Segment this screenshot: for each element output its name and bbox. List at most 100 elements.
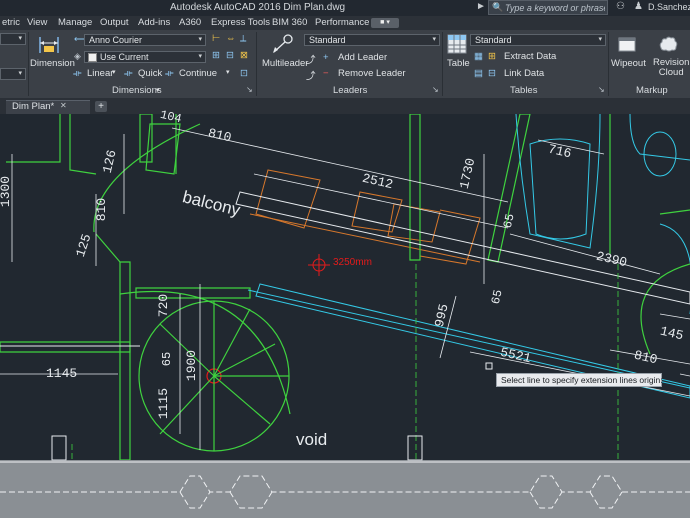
- layer-icon: ◈: [74, 51, 81, 61]
- table-button[interactable]: Table: [447, 58, 470, 69]
- drawing-svg: [0, 114, 690, 518]
- link-data-button[interactable]: Link Data: [504, 68, 544, 79]
- dimensions-dialog-launcher[interactable]: ↘: [246, 85, 253, 94]
- dim-label: 65: [160, 351, 175, 367]
- add-leader-icon: ⤴: [306, 55, 316, 66]
- add-leader-plus-icon: +: [323, 52, 329, 63]
- dim-label: 1300: [0, 175, 14, 208]
- dim-label: 1145: [46, 366, 78, 381]
- tab-bim-360[interactable]: BIM 360: [272, 17, 307, 28]
- search-icon: 🔍: [492, 2, 504, 12]
- link-data-icon: ⊟: [488, 68, 496, 79]
- align-leader-icon[interactable]: ⤴: [306, 68, 316, 82]
- dim-tool-icon-1[interactable]: ⊢: [212, 33, 220, 44]
- dim-style-combo[interactable]: Anno Courier ▾: [84, 34, 206, 46]
- file-tab-bar: Dim Plan* ✕ +: [0, 98, 690, 114]
- remove-leader-button[interactable]: Remove Leader: [338, 68, 406, 79]
- revision-cloud-icon[interactable]: [657, 34, 679, 54]
- left-cut-combo-1[interactable]: ▾: [0, 33, 26, 45]
- dimensions-panel-expand-arrow[interactable]: ▾: [156, 86, 160, 94]
- cyan-fixtures: [247, 114, 690, 389]
- tab-a360[interactable]: A360: [179, 17, 201, 28]
- panel-separator: [28, 32, 29, 96]
- panel-separator: [256, 32, 257, 96]
- window-title: Autodesk AutoCAD 2016 Dim Plan.dwg: [170, 2, 346, 13]
- layer-color-swatch: [88, 53, 97, 62]
- binoculars-icon[interactable]: ⚇: [616, 1, 625, 12]
- continue-dropdown-arrow[interactable]: ▾: [226, 68, 230, 76]
- tab-view[interactable]: View: [27, 17, 47, 28]
- file-tab-label: Dim Plan*: [12, 101, 55, 112]
- table-style-combo[interactable]: Standard ▾: [470, 34, 606, 46]
- cursor-crosshair: [308, 254, 330, 276]
- dim-layer-combo[interactable]: Use Current ▾: [84, 51, 206, 63]
- tab-parametric[interactable]: etric: [2, 17, 20, 28]
- room-label-void: void: [296, 430, 328, 449]
- dimension-button[interactable]: Dimension: [30, 58, 75, 69]
- dim-tool-icon-4[interactable]: ⊞: [212, 50, 220, 61]
- title-bar: Autodesk AutoCAD 2016 Dim Plan.dwg ► 🔍 ⚇…: [0, 0, 690, 16]
- continue-button[interactable]: Continue: [179, 68, 217, 79]
- dim-tool-icon-6[interactable]: ⊠: [240, 50, 248, 61]
- leaders-dialog-launcher[interactable]: ↘: [432, 85, 439, 94]
- table-tool-icon-2[interactable]: ▤: [474, 68, 483, 79]
- wipeout-icon[interactable]: [617, 34, 637, 54]
- dim-tool-icon-5[interactable]: ⊟: [226, 50, 234, 61]
- tab-express-tools[interactable]: Express Tools: [211, 17, 270, 28]
- extract-data-button[interactable]: Extract Data: [504, 51, 556, 62]
- section-strip: [0, 460, 690, 518]
- markup-panel-title[interactable]: Markup: [636, 85, 668, 96]
- linear-dropdown-arrow[interactable]: ▾: [112, 68, 116, 76]
- tab-output[interactable]: Output: [100, 17, 129, 28]
- search-box[interactable]: 🔍: [488, 0, 608, 15]
- dim-label: 1115: [156, 387, 172, 420]
- extract-data-icon: ⊞: [488, 51, 496, 62]
- add-leader-button[interactable]: Add Leader: [338, 52, 387, 63]
- revision-cloud-button[interactable]: Revision Cloud: [653, 58, 689, 78]
- dimension-lines: [0, 127, 690, 450]
- left-cut-combo-2[interactable]: ▾: [0, 68, 26, 80]
- file-tab-close-icon[interactable]: ✕: [60, 101, 67, 110]
- remove-leader-minus-icon: −: [323, 68, 329, 79]
- tab-overflow-dropdown[interactable]: ■ ▾: [371, 18, 399, 28]
- multileader-button[interactable]: Multileader: [262, 58, 308, 69]
- table-tool-icon-1[interactable]: ▦: [474, 51, 483, 62]
- table-icon[interactable]: [447, 34, 467, 54]
- user-icon[interactable]: ♟: [634, 1, 643, 12]
- panel-separator: [442, 32, 443, 96]
- linear-icon: ⟛: [73, 68, 82, 79]
- panel-separator: [608, 32, 609, 96]
- dim-tool-icon-3[interactable]: ⟂: [240, 33, 246, 44]
- ribbon: ▾ ▾ Dimension ⟷ Anno Courier ▾ ◈ Use Curr…: [0, 30, 690, 99]
- leader-style-combo[interactable]: Standard ▾: [304, 34, 440, 46]
- autocad-window: Autodesk AutoCAD 2016 Dim Plan.dwg ► 🔍 ⚇…: [0, 0, 690, 518]
- search-input[interactable]: [505, 1, 605, 14]
- user-name[interactable]: D.Sanchez: [648, 2, 690, 12]
- dim-label: 810: [94, 197, 110, 222]
- quick-button[interactable]: Quick: [138, 68, 162, 79]
- tables-panel-title[interactable]: Tables: [510, 85, 537, 96]
- leaders-panel-title[interactable]: Leaders: [333, 85, 367, 96]
- tab-manage[interactable]: Manage: [58, 17, 92, 28]
- quick-dim-icon: ⟛: [124, 68, 133, 79]
- dimensions-panel-title[interactable]: Dimensions: [112, 85, 162, 96]
- tab-performance[interactable]: Performance: [315, 17, 369, 28]
- tab-add-ins[interactable]: Add-ins: [138, 17, 170, 28]
- new-tab-button[interactable]: +: [95, 101, 107, 112]
- dim-tool-icon-2[interactable]: ⇔: [226, 33, 236, 44]
- multileader-icon[interactable]: [270, 33, 294, 55]
- file-tab-dim-plan[interactable]: Dim Plan*: [6, 100, 90, 114]
- linear-button[interactable]: Linear: [87, 68, 113, 79]
- dim-tool-icon-7[interactable]: ⊡: [240, 68, 248, 79]
- drawing-canvas[interactable]: balcony void 3250mm 810 2512 1730 716 65…: [0, 108, 690, 518]
- cursor-readout: 3250mm: [333, 257, 372, 268]
- tables-dialog-launcher[interactable]: ↘: [598, 85, 605, 94]
- wipeout-button[interactable]: Wipeout: [611, 58, 646, 69]
- dimension-icon[interactable]: [38, 33, 60, 55]
- continue-icon: ⟛: [165, 68, 174, 79]
- command-tooltip: Select line to specify extension lines o…: [496, 373, 663, 387]
- dim-label: 720: [156, 293, 172, 318]
- pick-box: [485, 362, 493, 370]
- dim-label: 1900: [184, 349, 200, 382]
- quick-access-arrow-icon[interactable]: ►: [476, 1, 486, 12]
